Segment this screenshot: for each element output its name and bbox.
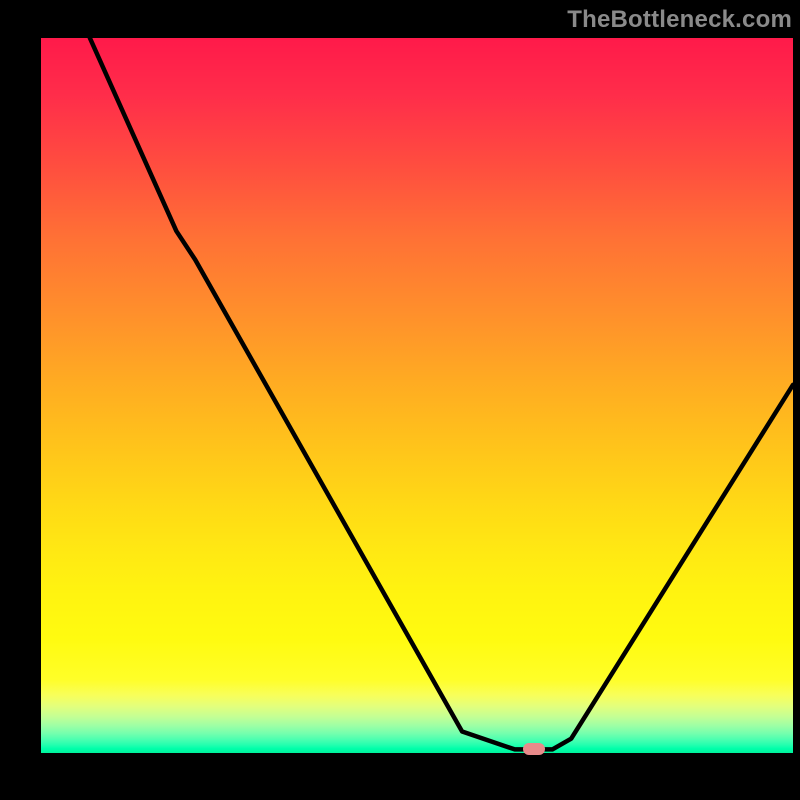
bottleneck-curve bbox=[41, 38, 793, 753]
optimal-marker bbox=[523, 743, 545, 755]
watermark-text: TheBottleneck.com bbox=[567, 6, 792, 34]
chart-container: TheBottleneck.com bbox=[0, 0, 800, 800]
plot-area bbox=[41, 38, 793, 753]
